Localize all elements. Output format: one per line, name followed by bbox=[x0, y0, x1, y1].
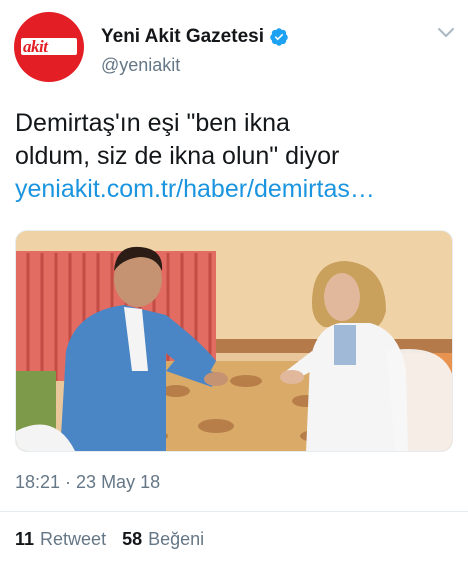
like-stat[interactable]: 58 Beğeni bbox=[122, 529, 204, 550]
retweet-stat[interactable]: 11 Retweet bbox=[15, 529, 106, 550]
tweet-link[interactable]: yeniakit.com.tr/haber/demirtas… bbox=[15, 173, 455, 206]
author-name-row[interactable]: Yeni Akit Gazetesi bbox=[101, 26, 289, 48]
tweet-text-line: oldum, siz de ikna olun" diyor bbox=[15, 142, 340, 170]
divider bbox=[0, 511, 468, 512]
chevron-down-icon[interactable] bbox=[436, 26, 456, 40]
photo-image bbox=[16, 231, 452, 451]
tweet-media-photo[interactable] bbox=[15, 230, 453, 452]
tweet-text-line: Demirtaş'ın eşi "ben ikna bbox=[15, 109, 290, 137]
tweet-stats: 11 Retweet 58 Beğeni bbox=[15, 529, 220, 550]
author-display-name[interactable]: Yeni Akit Gazetesi bbox=[101, 26, 264, 48]
like-count: 58 bbox=[122, 529, 143, 549]
tweet-timestamp[interactable]: 18:21 · 23 May 18 bbox=[15, 472, 160, 493]
retweet-count: 11 bbox=[15, 529, 35, 549]
verified-badge-icon bbox=[270, 28, 288, 46]
akit-logo-text: akit bbox=[23, 37, 48, 56]
tweet-text: Demirtaş'ın eşi "ben ikna oldum, siz de … bbox=[15, 107, 455, 206]
retweet-label: Retweet bbox=[40, 529, 107, 549]
tweet-header: akit Yeni Akit Gazetesi @yeniakit bbox=[0, 0, 468, 90]
author-handle[interactable]: @yeniakit bbox=[101, 55, 180, 76]
like-label: Beğeni bbox=[148, 529, 205, 549]
akit-logo: akit bbox=[21, 37, 77, 56]
avatar[interactable]: akit bbox=[14, 12, 84, 82]
